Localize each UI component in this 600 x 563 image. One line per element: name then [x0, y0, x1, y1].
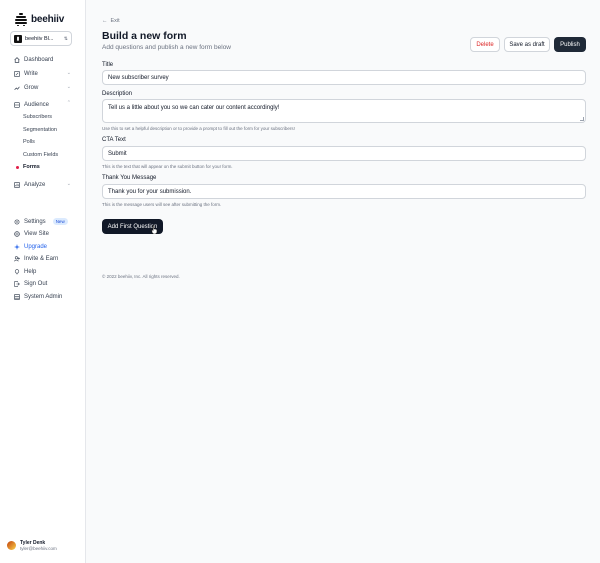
nav-polls[interactable]: Polls	[23, 139, 35, 145]
cta-help: This is the text that will appear on the…	[102, 164, 233, 169]
nav-analyze-label: Analyze	[24, 181, 46, 188]
avatar	[7, 541, 16, 550]
globe-icon	[14, 230, 20, 237]
help-icon	[14, 268, 20, 274]
nav-audience[interactable]: Audience	[14, 100, 49, 109]
description-label: Description	[102, 91, 133, 97]
brand-name: beehiiv	[31, 14, 65, 25]
nav-dashboard[interactable]: Dashboard	[14, 55, 53, 64]
chevron-down-icon: ⌄	[66, 84, 71, 90]
publish-button[interactable]: Publish	[554, 37, 586, 52]
resize-handle-icon[interactable]	[580, 117, 584, 121]
beehiiv-logo-icon	[15, 13, 27, 26]
publication-icon: ▮	[14, 34, 22, 43]
nav-settings-label: Settings	[24, 218, 46, 225]
nav-upgrade[interactable]: Upgrade	[14, 242, 47, 251]
exit-link[interactable]: ← Exit	[102, 18, 120, 24]
nav-forms[interactable]: Forms	[23, 164, 40, 170]
nav-system-admin-label: System Admin	[24, 293, 63, 300]
description-textarea[interactable]: Tell us a little about you so we can cat…	[102, 99, 586, 123]
admin-icon	[14, 293, 20, 300]
chevron-up-icon: ⌃	[66, 100, 71, 106]
nav-write-label: Write	[24, 70, 38, 77]
nav-audience-label: Audience	[24, 101, 50, 108]
publication-name: beehiiv Bl...	[25, 35, 54, 42]
sparkle-icon	[14, 243, 20, 250]
nav-grow-label: Grow	[24, 84, 39, 91]
exit-label: Exit	[110, 18, 120, 24]
sign-out-icon	[14, 280, 20, 287]
chart-icon	[14, 181, 20, 188]
nav-write[interactable]: Write	[14, 69, 72, 78]
thanks-label: Thank You Message	[102, 175, 157, 181]
chevron-up-down-icon: ⇅	[63, 35, 68, 42]
delete-button[interactable]: Delete	[470, 37, 500, 52]
nav-help[interactable]: Help	[14, 267, 36, 276]
nav-sign-out[interactable]: Sign Out	[14, 279, 47, 288]
chevron-down-icon: ⌄	[66, 70, 71, 76]
brand-logo[interactable]: beehiiv	[15, 13, 64, 26]
nav-dashboard-label: Dashboard	[24, 56, 54, 63]
nav-help-label: Help	[24, 268, 37, 275]
footer-copyright: © 2022 beehiiv, Inc. All rights reserved…	[102, 274, 180, 279]
thanks-input[interactable]: Thank you for your submission.	[102, 184, 586, 199]
trend-up-icon	[14, 86, 20, 90]
nav-analyze[interactable]: Analyze	[14, 180, 45, 189]
hand-cursor-icon	[151, 225, 158, 234]
nav-view-site[interactable]: View Site	[14, 229, 49, 238]
page-subtitle: Add questions and publish a new form bel…	[102, 44, 231, 51]
cta-label: CTA Text	[102, 137, 126, 143]
nav-upgrade-label: Upgrade	[24, 243, 48, 250]
nav-view-site-label: View Site	[24, 230, 49, 237]
new-badge: New	[52, 218, 68, 225]
sidebar: beehiiv ▮ beehiiv Bl... ⇅ Dashboard Writ…	[0, 0, 86, 563]
nav-grow[interactable]: Grow	[14, 83, 38, 92]
publication-selector[interactable]: ▮ beehiiv Bl... ⇅	[10, 31, 72, 46]
active-indicator	[16, 166, 19, 169]
home-icon	[14, 56, 20, 63]
cta-input-value: Submit	[108, 150, 127, 157]
user-plus-icon	[14, 255, 20, 261]
arrow-left-icon: ←	[102, 18, 108, 24]
description-textarea-value: Tell us a little about you so we can cat…	[108, 105, 280, 111]
thanks-help: This is the message users will see after…	[102, 202, 222, 207]
main-content: ← Exit Build a new form Add questions an…	[86, 0, 600, 563]
nav-invite-earn[interactable]: Invite & Earn	[14, 254, 58, 263]
description-help: Use this to set a helpful description or…	[102, 126, 295, 131]
gear-icon	[14, 219, 20, 224]
pencil-icon	[14, 70, 20, 77]
nav-system-admin[interactable]: System Admin	[14, 292, 62, 301]
title-label: Title	[102, 62, 114, 68]
nav-settings[interactable]: Settings New	[14, 217, 68, 226]
nav-custom-fields[interactable]: Custom Fields	[23, 152, 58, 158]
cta-input[interactable]: Submit	[102, 146, 586, 161]
nav-invite-earn-label: Invite & Earn	[24, 255, 59, 262]
title-input[interactable]: New subscriber survey	[102, 70, 586, 85]
nav-segmentation[interactable]: Segmentation	[23, 127, 57, 133]
save-draft-button[interactable]: Save as draft	[504, 37, 550, 52]
title-input-value: New subscriber survey	[108, 74, 169, 81]
chevron-down-icon: ⌄	[66, 181, 71, 187]
user-profile[interactable]: Tyler Denk tyler@beehiiv.com	[7, 540, 57, 551]
thanks-input-value: Thank you for your submission.	[108, 188, 192, 195]
page-title: Build a new form	[102, 30, 187, 42]
user-email: tyler@beehiiv.com	[20, 546, 57, 551]
nav-sign-out-label: Sign Out	[24, 280, 48, 287]
users-icon	[14, 101, 20, 108]
nav-subscribers[interactable]: Subscribers	[23, 114, 52, 120]
